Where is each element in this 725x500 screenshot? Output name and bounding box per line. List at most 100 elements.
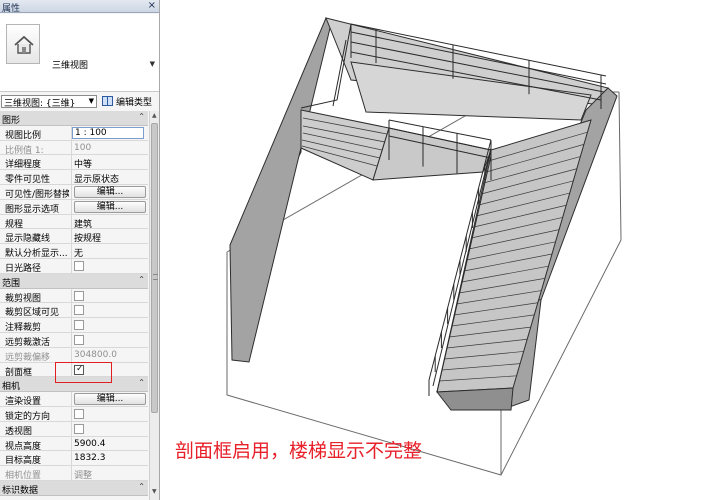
property-name: 比例值 1: — [5, 145, 44, 156]
group-title: 标识数据 — [2, 485, 39, 496]
property-name: 详细程度 — [5, 160, 42, 171]
property-value-input[interactable]: 1 : 100 — [72, 126, 144, 139]
property-checkbox[interactable] — [74, 320, 84, 331]
scroll-up-icon[interactable]: ▲ — [152, 112, 157, 119]
column-divider — [71, 392, 72, 407]
scrollbar-thumb[interactable] — [151, 123, 158, 413]
property-row: 日光路径 — [0, 258, 148, 274]
property-checkbox[interactable] — [74, 290, 84, 301]
left-wall — [229, 17, 332, 363]
property-row: 显示隐藏线 按规程 — [0, 229, 148, 244]
property-row: 图形显示选项 编辑... — [0, 199, 148, 215]
type-selector[interactable]: 三维视图 ▼ — [0, 14, 159, 92]
property-name: 零件可见性 — [5, 175, 51, 186]
column-divider — [71, 332, 72, 347]
revit-window: 属性 × 三维视图 ▼ 三维视图: {三维} ▼ 编辑类型 图形 ⌃ 视图比例 … — [0, 0, 725, 500]
property-name: 远剪裁激活 — [5, 337, 51, 348]
column-divider — [71, 406, 72, 421]
property-row: 目标高度 1832.3 — [0, 451, 148, 466]
column-divider — [71, 436, 72, 451]
property-name: 注释裁剪 — [5, 323, 42, 334]
property-name: 规程 — [5, 219, 24, 230]
column-divider — [71, 155, 72, 170]
group-header-graphics[interactable]: 图形 ⌃ — [0, 111, 148, 126]
column-divider — [71, 421, 72, 436]
property-name: 裁剪视图 — [5, 293, 42, 304]
property-value[interactable]: 中等 — [74, 157, 146, 170]
property-value[interactable]: 建筑 — [74, 217, 146, 230]
type-name: 三维视图 — [52, 61, 89, 71]
property-name: 远剪裁偏移 — [5, 352, 51, 363]
property-name: 相机位置 — [5, 471, 42, 482]
property-value[interactable]: 按规程 — [74, 231, 146, 244]
column-divider — [71, 170, 72, 185]
property-row: 渲染设置 编辑... — [0, 392, 148, 407]
column-divider — [71, 184, 72, 199]
property-name: 透视图 — [5, 426, 33, 437]
chevron-up-icon[interactable]: ⌃ — [138, 112, 145, 121]
column-divider — [71, 140, 72, 155]
column-divider — [71, 288, 72, 303]
column-divider — [71, 229, 72, 244]
property-checkbox[interactable] — [74, 305, 84, 316]
group-header-identity[interactable]: 标识数据 ⌃ — [0, 480, 148, 496]
property-value: 100 — [74, 142, 92, 153]
property-row: 相机位置 调整 — [0, 466, 148, 481]
edit-button[interactable]: 编辑... — [74, 200, 146, 213]
property-checkbox[interactable] — [74, 423, 84, 434]
property-value: 304800.0 — [74, 349, 117, 360]
column-divider — [71, 199, 72, 214]
view-selector-dropdown[interactable]: 三维视图: {三维} ▼ — [1, 95, 97, 109]
property-row: 注释裁剪 — [0, 318, 148, 333]
annotation-text: 剖面框启用，楼梯显示不完整 — [175, 440, 423, 462]
view-selector-row: 三维视图: {三维} ▼ 编辑类型 — [0, 93, 159, 110]
chevron-down-icon: ▼ — [88, 97, 94, 105]
edit-type-icon — [102, 96, 113, 106]
property-row: 比例值 1: 100 — [0, 140, 148, 156]
property-row: 规程 建筑 — [0, 214, 148, 230]
property-value[interactable]: 无 — [74, 246, 146, 259]
edit-type-label: 编辑类型 — [116, 98, 153, 108]
stair-3d-model — [226, 17, 622, 476]
property-value[interactable]: 5900.4 — [74, 439, 146, 449]
property-value[interactable]: 1832.3 — [74, 453, 146, 463]
column-divider — [71, 318, 72, 333]
property-checkbox[interactable] — [74, 334, 84, 345]
property-grid: 图形 ⌃ 视图比例 1 : 100 比例值 1: 100 详细程度 中等零件可见性 显示原状态可… — [0, 111, 148, 496]
scroll-down-icon[interactable]: ▼ — [152, 488, 157, 495]
properties-palette: 属性 × 三维视图 ▼ 三维视图: {三维} ▼ 编辑类型 图形 ⌃ 视图比例 … — [0, 0, 160, 500]
edit-button[interactable]: 编辑... — [74, 393, 146, 406]
group-title: 相机 — [2, 382, 21, 393]
group-header-extents[interactable]: 范围 ⌃ — [0, 273, 148, 289]
palette-titlebar[interactable]: 属性 × — [0, 0, 159, 14]
chevron-up-icon[interactable]: ⌃ — [138, 275, 145, 284]
property-name: 默认分析显示... — [5, 249, 68, 260]
chevron-up-icon[interactable]: ⌃ — [138, 482, 145, 491]
chevron-up-icon[interactable]: ⌃ — [138, 378, 145, 387]
palette-scrollbar[interactable]: ▲ ▼ — [149, 111, 159, 500]
property-name: 视图比例 — [5, 130, 42, 141]
chevron-down-icon[interactable]: ▼ — [150, 60, 155, 68]
property-name: 可见性/图形替换 — [5, 189, 69, 200]
property-row: 可见性/图形替换 编辑... — [0, 184, 148, 200]
property-row: 裁剪区域可见 — [0, 303, 148, 318]
property-value[interactable]: 显示原状态 — [74, 172, 146, 185]
section-box-highlight — [55, 362, 112, 383]
property-name: 锁定的方向 — [5, 411, 51, 422]
close-icon[interactable]: × — [148, 0, 156, 11]
house-icon — [14, 35, 34, 54]
column-divider — [71, 466, 72, 481]
property-row: 零件可见性 显示原状态 — [0, 170, 148, 185]
property-row: 锁定的方向 — [0, 406, 148, 422]
palette-title: 属性 — [2, 4, 21, 14]
grip-icon — [153, 274, 158, 280]
property-row: 默认分析显示... 无 — [0, 244, 148, 259]
property-name: 裁剪区域可见 — [5, 308, 60, 319]
property-name: 渲染设置 — [5, 397, 42, 408]
property-checkbox[interactable] — [74, 408, 84, 419]
type-preview — [6, 24, 40, 64]
edit-button[interactable]: 编辑... — [74, 185, 146, 198]
3d-viewport[interactable]: 剖面框启用，楼梯显示不完整 — [161, 0, 725, 500]
property-checkbox[interactable] — [74, 260, 84, 271]
column-divider — [71, 347, 72, 362]
